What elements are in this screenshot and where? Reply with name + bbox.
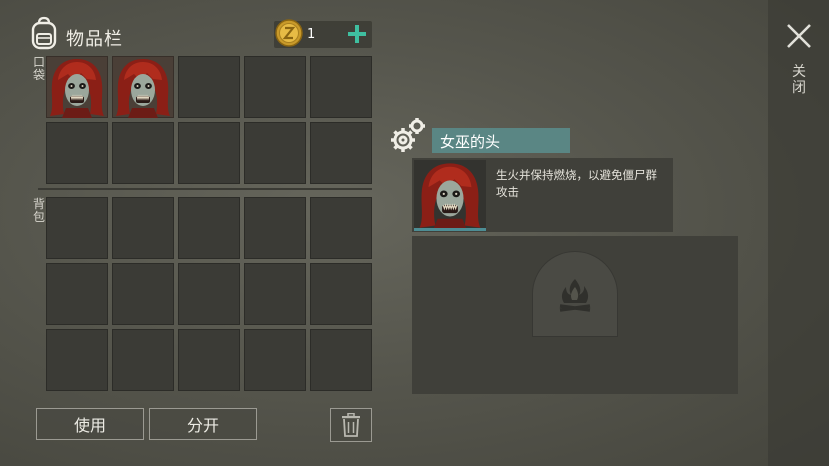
trash-button[interactable] [330,408,372,442]
section-divider [38,188,372,190]
campfire-icon [559,279,591,312]
inventory-slot[interactable] [310,329,372,391]
inventory-slot[interactable] [112,329,174,391]
inventory-slot[interactable] [310,263,372,325]
item-description: 生火并保持燃烧，以避免僵尸群攻击 [496,168,657,199]
witch-head-icon [419,163,481,230]
bag-label: 背包 [32,197,45,224]
inventory-slot-witch-head[interactable] [46,56,108,118]
bag-grid [46,197,372,391]
trash-icon [342,413,360,437]
plus-icon[interactable] [345,22,369,46]
witch-head-icon [50,59,104,118]
pocket-label: 口袋 [32,55,45,82]
inventory-slot[interactable] [46,197,108,259]
item-name: 女巫的头 [440,133,501,151]
coin-icon [275,19,303,47]
inventory-slot[interactable] [310,56,372,118]
inventory-slot[interactable] [178,263,240,325]
inventory-slot-witch-head[interactable] [112,56,174,118]
inventory-slot[interactable] [310,197,372,259]
backpack-icon [31,16,57,50]
split-button[interactable]: 分开 [149,408,257,440]
inventory-slot[interactable] [112,122,174,184]
witch-head-icon [116,59,170,118]
inventory-slot[interactable] [46,329,108,391]
inventory-title: 物品栏 [66,29,123,50]
pocket-grid [46,56,372,184]
inventory-slot[interactable] [244,197,306,259]
inventory-slot[interactable] [112,197,174,259]
inventory-slot[interactable] [46,263,108,325]
inventory-slot[interactable] [244,122,306,184]
inventory-slot[interactable] [178,329,240,391]
inventory-slot[interactable] [310,122,372,184]
close-icon[interactable] [786,23,812,49]
inventory-slot[interactable] [178,122,240,184]
durability-bar [414,228,486,231]
close-label[interactable]: 关闭 [791,64,807,96]
inventory-slot[interactable] [112,263,174,325]
inventory-slot[interactable] [178,56,240,118]
inventory-slot[interactable] [244,329,306,391]
inventory-slot[interactable] [46,122,108,184]
inventory-slot[interactable] [244,56,306,118]
gear-icon [391,118,425,152]
coin-count: 1 [307,27,316,42]
use-button[interactable]: 使用 [36,408,144,440]
inventory-slot[interactable] [178,197,240,259]
inventory-slot[interactable] [244,263,306,325]
item-thumbnail [414,160,486,230]
